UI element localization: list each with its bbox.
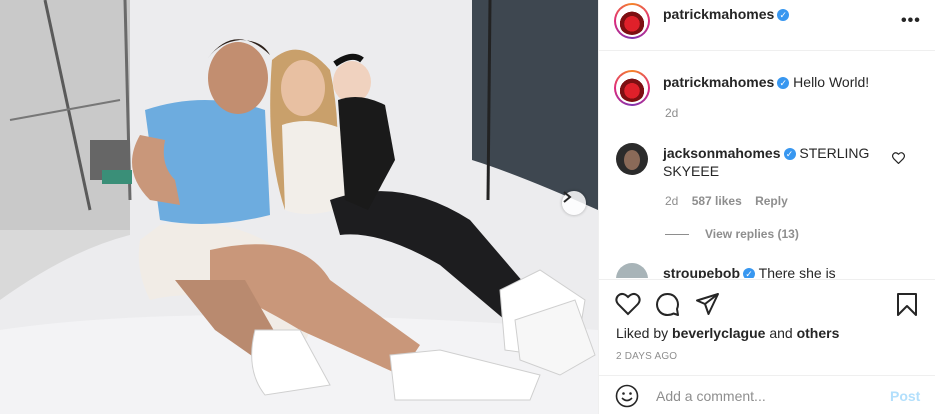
liked-by-line: Liked by beverlyclague and others [616, 325, 839, 341]
comment-like-heart-icon[interactable] [892, 152, 905, 164]
liked-by-others[interactable]: others [797, 325, 840, 341]
comment-text: jacksonmahomes ✓ STERLING SKYEEE [663, 144, 883, 180]
comment-body: There she is [758, 265, 836, 278]
author-name-row: patrickmahomes ✓ [663, 6, 790, 24]
view-replies-label[interactable]: View replies (13) [705, 227, 799, 241]
post-comment-button[interactable]: Post [890, 388, 920, 404]
share-icon[interactable] [695, 292, 720, 317]
verified-badge-icon: ✓ [743, 268, 755, 278]
caption-avatar[interactable] [614, 70, 650, 106]
verified-badge-icon: ✓ [777, 77, 790, 89]
commenter-avatar[interactable] [616, 143, 648, 175]
post-date[interactable]: 2 DAYS AGO [616, 351, 677, 362]
next-photo-button[interactable] [562, 191, 586, 215]
more-options-button[interactable]: ••• [901, 12, 921, 30]
comment-username[interactable]: jacksonmahomes [663, 145, 781, 161]
verified-badge-icon: ✓ [777, 9, 790, 21]
comments-list: patrickmahomes ✓ Hello World! 2d jacksonm… [599, 51, 935, 278]
comment-text: stroupebob ✓ There she is [663, 264, 903, 278]
caption-text: patrickmahomes ✓ Hello World! [663, 73, 903, 91]
liked-by-and: and [769, 325, 793, 341]
comment-input[interactable] [654, 387, 878, 405]
liked-by-user[interactable]: beverlyclague [672, 325, 765, 341]
comment-username[interactable]: stroupebob [663, 265, 740, 278]
comment-time[interactable]: 2d [665, 194, 678, 208]
comment-likes[interactable]: 587 likes [692, 194, 742, 208]
post-photo[interactable] [0, 0, 598, 414]
chevron-right-icon [563, 191, 572, 203]
emoji-icon[interactable] [615, 384, 639, 408]
caption-time[interactable]: 2d [665, 106, 678, 120]
add-comment-bar: Post [599, 375, 935, 415]
post-header: patrickmahomes ✓ ••• [599, 0, 935, 51]
instagram-post: patrickmahomes ✓ ••• patrickmahomes ✓ Hell… [0, 0, 936, 414]
liked-by-prefix: Liked by [616, 325, 669, 341]
author-username[interactable]: patrickmahomes [663, 6, 774, 22]
heart-icon[interactable] [615, 292, 641, 316]
commenter-avatar[interactable] [616, 263, 648, 278]
caption-username[interactable]: patrickmahomes [663, 74, 774, 90]
comment-reply-button[interactable]: Reply [755, 194, 788, 208]
post-side-panel: patrickmahomes ✓ ••• patrickmahomes ✓ Hell… [598, 0, 936, 414]
post-actions: Liked by beverlyclague and others 2 DAYS… [599, 279, 935, 376]
caption-body: Hello World! [793, 74, 870, 90]
comment-icon[interactable] [655, 292, 680, 317]
replies-line-divider [665, 234, 689, 236]
author-avatar[interactable] [614, 3, 650, 39]
photo-illustration [0, 0, 598, 414]
bookmark-icon[interactable] [896, 292, 918, 317]
comment-meta: 2d 587 likes Reply [665, 194, 788, 208]
view-replies[interactable]: View replies (13) [665, 227, 799, 241]
verified-badge-icon: ✓ [783, 148, 796, 160]
